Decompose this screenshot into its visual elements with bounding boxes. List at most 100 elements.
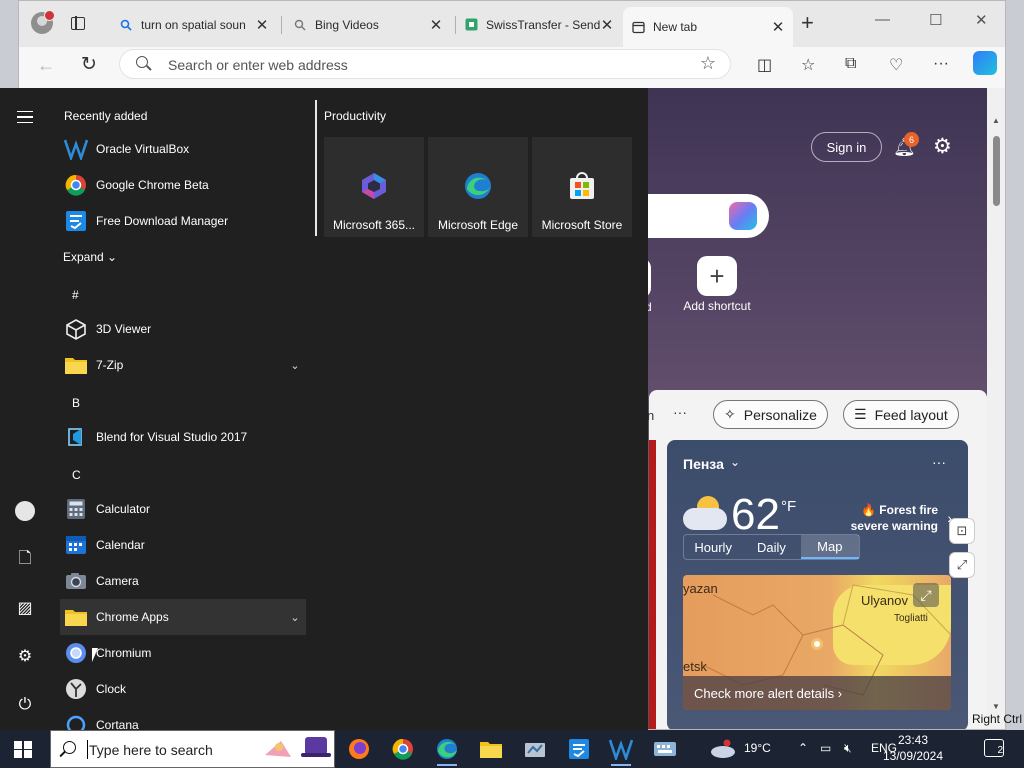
- tab-close-icon[interactable]: ✕: [255, 16, 269, 34]
- expand-recent-button[interactable]: Expand ⌄: [63, 250, 117, 264]
- maximize-icon[interactable]: ☐: [929, 11, 942, 29]
- scrollbar-thumb[interactable]: [993, 136, 1000, 206]
- letter-header-b[interactable]: B: [72, 396, 80, 410]
- user-account-icon[interactable]: [14, 500, 36, 522]
- add-shortcut-button[interactable]: +: [697, 256, 737, 296]
- copilot-icon[interactable]: [973, 51, 997, 75]
- chevron-down-icon[interactable]: ⌄: [284, 611, 306, 624]
- reload-icon[interactable]: ↻: [81, 53, 97, 76]
- expand-map-icon[interactable]: ⤢: [913, 583, 939, 607]
- tab-close-icon[interactable]: ✕: [771, 18, 785, 36]
- address-bar[interactable]: Search or enter web address ☆: [119, 49, 731, 79]
- minimize-icon[interactable]: —: [875, 11, 890, 28]
- tab-swisstransfer[interactable]: SwissTransfer - Send ✕: [456, 8, 622, 41]
- taskbar-app-icon[interactable]: [522, 736, 548, 762]
- split-screen-icon[interactable]: ◫: [757, 55, 772, 75]
- app-7-zip[interactable]: 7-Zip ⌄: [60, 347, 306, 383]
- weather-tab-map[interactable]: Map: [800, 535, 859, 559]
- show-hidden-icons-icon[interactable]: ⌃: [798, 741, 808, 755]
- hamburger-menu-icon[interactable]: [17, 111, 33, 123]
- tile-microsoft-store[interactable]: Microsoft Store: [532, 137, 632, 237]
- volume-muted-icon[interactable]: 🔇︎: [844, 741, 852, 756]
- app-free-download-manager[interactable]: Free Download Manager: [60, 203, 306, 239]
- taskbar-fdm-icon[interactable]: [566, 736, 592, 762]
- taskbar-search-box[interactable]: Type here to search: [50, 730, 335, 768]
- app-oracle-virtualbox[interactable]: Oracle VirtualBox: [60, 131, 306, 167]
- taskbar-keyboard-app-icon[interactable]: [652, 736, 678, 762]
- network-icon[interactable]: ▭: [820, 741, 831, 755]
- settings-gear-icon[interactable]: ⚙: [14, 645, 36, 667]
- weather-city[interactable]: Пенза: [683, 456, 724, 472]
- power-icon[interactable]: ⏻: [14, 694, 36, 716]
- app-calendar[interactable]: Calendar: [60, 527, 306, 563]
- weather-card[interactable]: Пенза ⌄ ··· 62 °F 🔥 Forest fire severe w…: [667, 440, 968, 729]
- news-card[interactable]: [649, 440, 656, 729]
- taskbar-file-explorer-icon[interactable]: [478, 736, 504, 762]
- app-blend-visual-studio-2017[interactable]: Blend for Visual Studio 2017: [60, 419, 306, 455]
- feedback-icon[interactable]: ⊡: [949, 518, 975, 544]
- more-options-icon[interactable]: ···: [933, 55, 949, 73]
- store-icon: [567, 171, 597, 201]
- settings-gear-icon[interactable]: ⚙: [933, 134, 952, 159]
- favorite-star-icon[interactable]: ☆: [700, 53, 716, 74]
- weather-temperature: 62: [731, 490, 780, 539]
- tab-title: SwissTransfer - Send: [486, 17, 600, 32]
- chevron-down-icon[interactable]: ⌄: [284, 359, 306, 372]
- copilot-icon[interactable]: [729, 202, 757, 230]
- notification-center-icon[interactable]: 2: [984, 739, 1004, 757]
- documents-icon[interactable]: 🗋︎: [14, 549, 36, 571]
- pictures-icon[interactable]: ▨: [14, 597, 36, 619]
- app-3d-viewer[interactable]: 3D Viewer: [60, 311, 306, 347]
- scroll-down-icon[interactable]: ▼: [992, 702, 1000, 711]
- feed-layout-button[interactable]: ☰ Feed layout: [843, 400, 959, 429]
- app-chrome-apps[interactable]: Chrome Apps ⌄: [60, 599, 306, 635]
- taskbar-firefox-icon[interactable]: [346, 736, 372, 762]
- personalize-button[interactable]: ✧ Personalize: [713, 400, 828, 429]
- weather-alert-map[interactable]: yazan Ulyanov Togliatti etsk ⤢ Check mor…: [683, 575, 951, 710]
- feed-tab-fragment[interactable]: n: [647, 408, 654, 423]
- new-tab-plus-icon[interactable]: +: [801, 12, 814, 34]
- letter-header-hash[interactable]: #: [72, 288, 79, 302]
- app-google-chrome-beta[interactable]: Google Chrome Beta: [60, 167, 306, 203]
- map-label: Ulyanov: [861, 593, 908, 608]
- collections-icon[interactable]: ⧉: [845, 55, 856, 73]
- page-scrollbar[interactable]: ▲ ▼: [987, 88, 1005, 729]
- tab-close-icon[interactable]: ✕: [600, 16, 614, 34]
- app-camera[interactable]: Camera: [60, 563, 306, 599]
- tab-bing-videos[interactable]: Bing Videos ✕: [285, 8, 451, 41]
- weather-alert[interactable]: 🔥 Forest fire severe warning: [851, 502, 938, 534]
- tab-close-icon[interactable]: ✕: [429, 16, 443, 34]
- feed-more-icon[interactable]: ···: [673, 404, 687, 420]
- tile-microsoft-365[interactable]: Microsoft 365...: [324, 137, 424, 237]
- fullscreen-icon[interactable]: ⤢: [949, 552, 975, 578]
- app-clock[interactable]: Clock: [60, 671, 306, 707]
- taskbar-clock[interactable]: 23:43 13/09/2024: [880, 732, 946, 764]
- map-label: yazan: [683, 581, 718, 596]
- sign-in-button[interactable]: Sign in: [811, 132, 882, 162]
- browser-essentials-icon[interactable]: ♡: [889, 55, 903, 75]
- close-window-icon[interactable]: ✕: [975, 11, 988, 29]
- letter-header-c[interactable]: C: [72, 468, 81, 482]
- taskbar-chrome-icon[interactable]: [390, 736, 416, 762]
- folder-icon: [64, 353, 88, 377]
- profile-avatar[interactable]: [31, 10, 55, 34]
- app-cortana[interactable]: Cortana: [60, 707, 306, 730]
- taskbar-virtualbox-icon[interactable]: [608, 736, 634, 766]
- tab-spatial-sound[interactable]: turn on spatial soun ✕: [111, 8, 277, 41]
- weather-more-icon[interactable]: ···: [932, 454, 946, 470]
- windows-start-button[interactable]: [14, 741, 32, 758]
- scroll-up-icon[interactable]: ▲: [992, 116, 1000, 125]
- app-calculator[interactable]: Calculator: [60, 491, 306, 527]
- tab-new-tab[interactable]: New tab ✕: [623, 7, 793, 47]
- tile-microsoft-edge[interactable]: Microsoft Edge: [428, 137, 528, 237]
- taskbar-weather-icon[interactable]: [710, 736, 736, 762]
- weather-tab-hourly[interactable]: Hourly: [684, 535, 742, 559]
- weather-tab-daily[interactable]: Daily: [742, 535, 800, 559]
- taskbar-edge-icon[interactable]: [434, 736, 460, 766]
- alert-details-link[interactable]: Check more alert details ›: [683, 676, 951, 710]
- back-arrow-icon[interactable]: ←: [37, 55, 55, 76]
- tab-actions-icon[interactable]: [71, 16, 85, 30]
- taskbar-weather-temp[interactable]: 19°C: [744, 741, 771, 755]
- favorites-icon[interactable]: ☆: [801, 55, 815, 75]
- chevron-down-icon[interactable]: ⌄: [730, 455, 740, 469]
